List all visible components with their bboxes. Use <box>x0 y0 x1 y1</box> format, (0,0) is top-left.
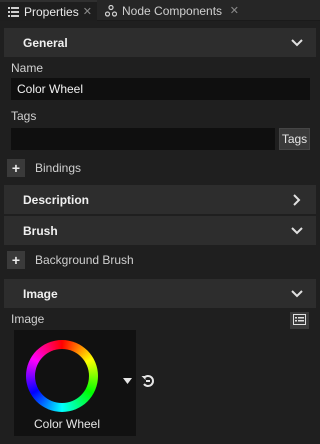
chevron-down-icon <box>290 36 304 50</box>
tab-node-components[interactable]: Node Components ✕ <box>99 0 244 21</box>
image-preview[interactable]: Color Wheel <box>14 330 136 436</box>
chevron-down-icon <box>290 287 304 301</box>
reset-icon[interactable] <box>141 374 155 388</box>
add-background-brush-button[interactable]: + <box>7 251 25 269</box>
close-icon[interactable]: ✕ <box>230 4 239 17</box>
bindings-label: Bindings <box>35 161 82 175</box>
background-brush-label: Background Brush <box>35 253 134 267</box>
tab-properties[interactable]: Properties ✕ <box>0 0 97 21</box>
tags-button[interactable]: Tags <box>279 128 310 150</box>
image-browse-icon <box>293 313 306 328</box>
chevron-down-icon <box>290 224 304 238</box>
chevron-right-icon <box>290 193 304 207</box>
section-general-header[interactable]: General <box>4 28 316 57</box>
components-icon <box>103 4 119 17</box>
tab-bar: Properties ✕ Node Components ✕ <box>0 0 320 21</box>
section-description-header[interactable]: Description <box>4 185 316 214</box>
name-label: Name <box>11 61 44 75</box>
list-icon <box>5 6 21 17</box>
section-image-header[interactable]: Image <box>4 279 316 308</box>
image-asset-name: Color Wheel <box>33 417 101 431</box>
section-title: General <box>23 35 68 50</box>
section-title: Brush <box>23 223 58 238</box>
section-title: Description <box>23 192 90 207</box>
image-label: Image <box>11 312 45 326</box>
tab-properties-label: Properties <box>24 4 79 19</box>
close-icon[interactable]: ✕ <box>83 5 92 18</box>
tags-label: Tags <box>11 109 37 123</box>
add-binding-button[interactable]: + <box>7 159 25 177</box>
name-input[interactable] <box>11 78 310 100</box>
color-wheel-image <box>26 340 98 412</box>
section-title: Image <box>23 286 58 301</box>
tab-node-components-label: Node Components <box>122 3 223 18</box>
dropdown-arrow-icon[interactable] <box>122 376 132 386</box>
color-wheel-center <box>35 349 89 403</box>
tags-input[interactable] <box>11 128 275 150</box>
section-brush-header[interactable]: Brush <box>4 216 316 245</box>
browse-image-button[interactable] <box>290 312 309 329</box>
